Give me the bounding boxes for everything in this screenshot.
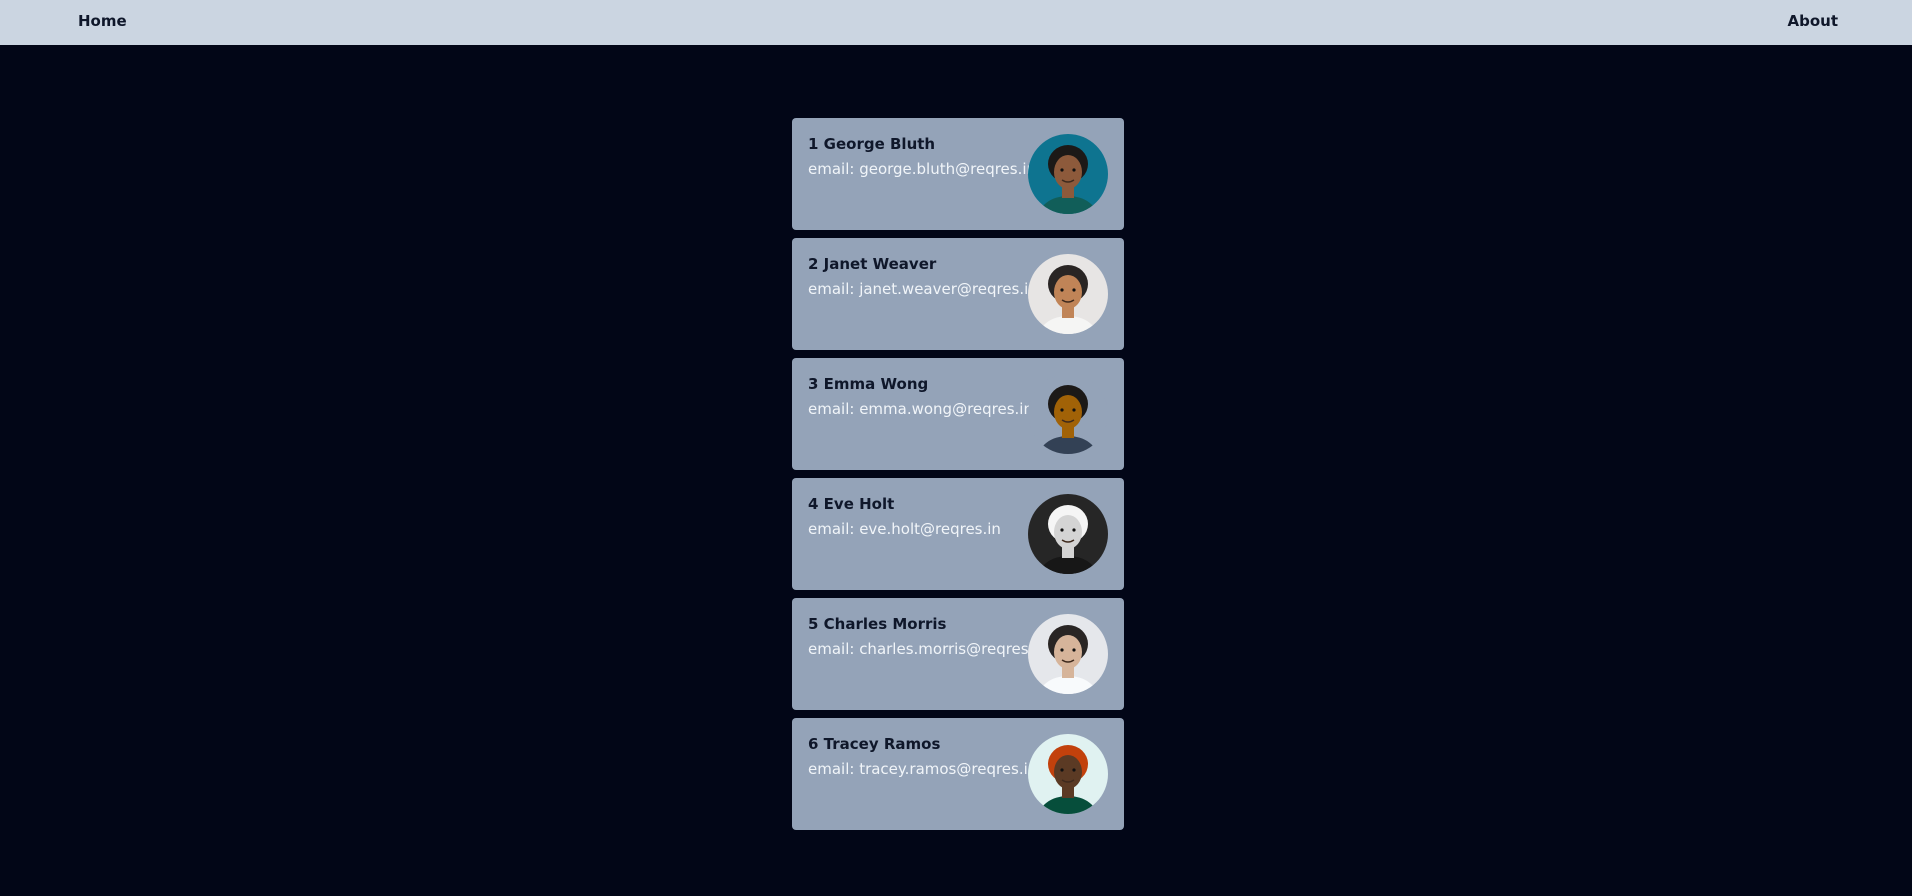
user-id: 5	[808, 615, 819, 633]
avatar-eye	[1060, 168, 1064, 172]
avatar-eye	[1072, 288, 1076, 292]
user-email: email: emma.wong@reqres.in	[808, 400, 1033, 418]
avatar-eye	[1060, 288, 1064, 292]
avatar-eye	[1072, 168, 1076, 172]
avatar-eye	[1072, 768, 1076, 772]
user-name: 2 Janet Weaver	[808, 255, 936, 273]
user-email: email: george.bluth@reqres.in	[808, 160, 1037, 178]
user-name: 5 Charles Morris	[808, 615, 946, 633]
user-id: 6	[808, 735, 819, 753]
user-fullname: Eve Holt	[823, 495, 895, 513]
avatar	[1028, 734, 1108, 814]
user-email: email: tracey.ramos@reqres.in	[808, 760, 1038, 778]
user-fullname: Emma Wong	[823, 375, 929, 393]
user-id: 3	[808, 375, 819, 393]
avatar-portrait	[1028, 254, 1108, 334]
avatar	[1028, 254, 1108, 334]
user-email: email: charles.morris@reqres.in	[808, 640, 1048, 658]
user-card[interactable]: 3 Emma Wong email: emma.wong@reqres.in	[792, 358, 1124, 470]
user-name: 4 Eve Holt	[808, 495, 894, 513]
avatar	[1028, 374, 1108, 454]
user-fullname: Charles Morris	[823, 615, 947, 633]
avatar-face	[1054, 755, 1082, 789]
user-card[interactable]: 6 Tracey Ramos email: tracey.ramos@reqre…	[792, 718, 1124, 830]
avatar	[1028, 614, 1108, 694]
avatar-face	[1054, 155, 1082, 189]
user-fullname: Tracey Ramos	[823, 735, 941, 753]
user-card[interactable]: 1 George Bluth email: george.bluth@reqre…	[792, 118, 1124, 230]
avatar-eye	[1072, 408, 1076, 412]
user-name: 6 Tracey Ramos	[808, 735, 940, 753]
user-id: 1	[808, 135, 819, 153]
avatar-eye	[1060, 648, 1064, 652]
user-card[interactable]: 4 Eve Holt email: eve.holt@reqres.in	[792, 478, 1124, 590]
user-list: 1 George Bluth email: george.bluth@reqre…	[792, 118, 1124, 838]
avatar-portrait	[1028, 374, 1108, 454]
user-fullname: Janet Weaver	[823, 255, 937, 273]
user-name: 3 Emma Wong	[808, 375, 928, 393]
user-id: 4	[808, 495, 819, 513]
avatar	[1028, 134, 1108, 214]
avatar-eye	[1060, 528, 1064, 532]
avatar	[1028, 494, 1108, 574]
avatar-portrait	[1028, 134, 1108, 214]
user-name: 1 George Bluth	[808, 135, 935, 153]
avatar-eye	[1060, 768, 1064, 772]
avatar-face	[1054, 275, 1082, 309]
avatar-face	[1054, 395, 1082, 429]
user-email: email: eve.holt@reqres.in	[808, 520, 1001, 538]
user-card[interactable]: 5 Charles Morris email: charles.morris@r…	[792, 598, 1124, 710]
top-navbar: Home About	[0, 0, 1912, 45]
avatar-eye	[1072, 648, 1076, 652]
avatar-eye	[1072, 528, 1076, 532]
user-id: 2	[808, 255, 819, 273]
avatar-portrait	[1028, 494, 1108, 574]
user-card[interactable]: 2 Janet Weaver email: janet.weaver@reqre…	[792, 238, 1124, 350]
nav-home-link[interactable]: Home	[78, 12, 127, 30]
avatar-face	[1054, 635, 1082, 669]
nav-about-link[interactable]: About	[1787, 12, 1838, 30]
avatar-face	[1054, 515, 1082, 549]
avatar-portrait	[1028, 614, 1108, 694]
avatar-eye	[1060, 408, 1064, 412]
user-email: email: janet.weaver@reqres.in	[808, 280, 1038, 298]
user-fullname: George Bluth	[823, 135, 936, 153]
avatar-portrait	[1028, 734, 1108, 814]
